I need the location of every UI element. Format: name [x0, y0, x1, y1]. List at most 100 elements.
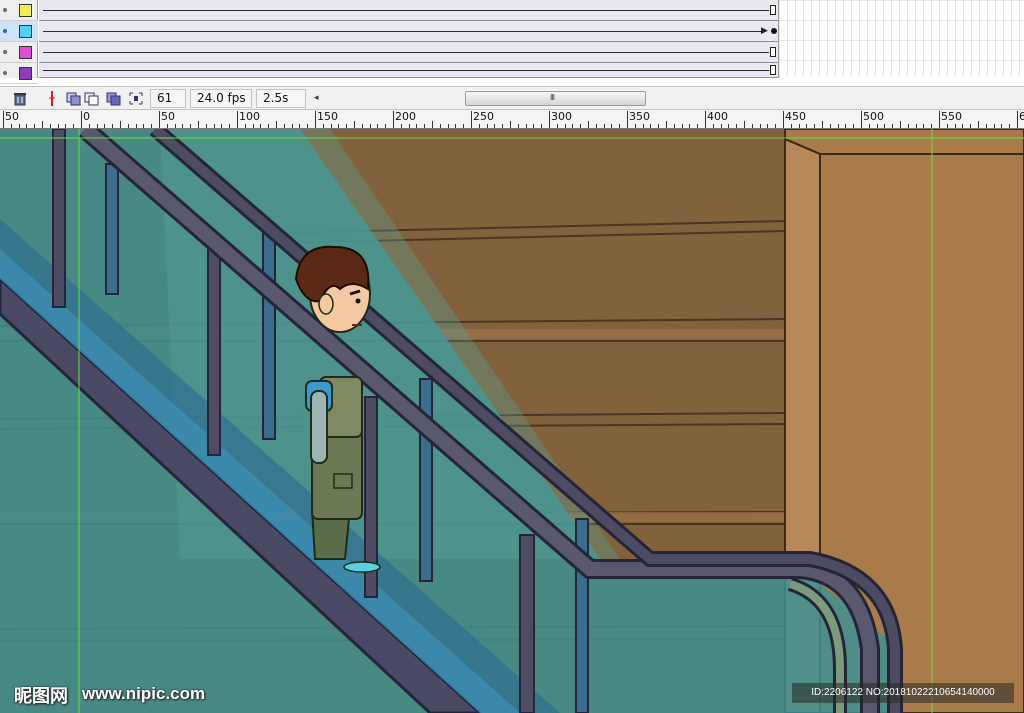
- ruler-tick: [744, 121, 745, 128]
- ruler-tick: [705, 111, 706, 128]
- end-frame-marker[interactable]: [770, 5, 776, 15]
- ruler-tick: [611, 124, 612, 128]
- ruler-tick: [377, 124, 378, 128]
- ruler-tick: [471, 111, 472, 128]
- ruler-tick: [939, 111, 940, 128]
- ruler-tick: [736, 124, 737, 128]
- timeline-horizontal-scrollbar[interactable]: III: [330, 91, 1020, 106]
- ruler-tick: [268, 124, 269, 128]
- ruler-tick: [775, 124, 776, 128]
- edit-multiple-frames-icon[interactable]: [106, 91, 122, 106]
- ruler-tick: [3, 111, 4, 128]
- ruler-tick: [284, 124, 285, 128]
- empty-frame-grid[interactable]: [778, 0, 1024, 78]
- keyframe-marker[interactable]: [771, 28, 777, 34]
- ruler-tick: [892, 124, 893, 128]
- ruler-tick: [362, 124, 363, 128]
- layer-outline-color-swatch[interactable]: [19, 67, 32, 80]
- ruler-tick: [565, 124, 566, 128]
- trash-icon[interactable]: [12, 91, 28, 106]
- ruler-tick: [697, 124, 698, 128]
- ruler-tick: [666, 121, 667, 128]
- frame-grid[interactable]: ▶: [39, 0, 778, 78]
- ruler-tick: [502, 124, 503, 128]
- scroll-left-arrow-icon[interactable]: ◂: [314, 90, 326, 106]
- ruler-tick: [393, 111, 394, 128]
- ruler-tick: [190, 124, 191, 128]
- frame-span-line: [43, 70, 769, 71]
- ruler-tick: [814, 124, 815, 128]
- end-frame-marker[interactable]: [770, 47, 776, 57]
- ruler-tick: [104, 124, 105, 128]
- visibility-dot-icon[interactable]: [3, 29, 7, 33]
- visibility-dot-icon[interactable]: [3, 50, 7, 54]
- current-frame-field: 61: [150, 89, 186, 108]
- horizontal-ruler: 5005010015020025030035040045050055060: [0, 110, 1024, 129]
- ruler-label: 100: [239, 110, 260, 123]
- ruler-tick: [650, 124, 651, 128]
- ruler-tick: [900, 121, 901, 128]
- ruler-tick: [791, 124, 792, 128]
- layer-outline-color-swatch[interactable]: [19, 4, 32, 17]
- ruler-tick: [588, 121, 589, 128]
- ruler-tick: [424, 124, 425, 128]
- layer-row-3[interactable]: [0, 42, 38, 63]
- ruler-tick: [128, 124, 129, 128]
- onion-skin-icon[interactable]: [66, 91, 82, 106]
- layer-row-4[interactable]: [0, 63, 38, 84]
- ruler-tick: [596, 124, 597, 128]
- ruler-tick: [728, 124, 729, 128]
- frame-rate-field[interactable]: 24.0 fps: [190, 89, 252, 108]
- frame-span-row[interactable]: [39, 0, 778, 21]
- layer-row-1[interactable]: [0, 0, 38, 21]
- ruler-label: 300: [551, 110, 572, 123]
- frame-span-row[interactable]: [39, 63, 778, 78]
- ruler-tick: [853, 124, 854, 128]
- visibility-dot-icon[interactable]: [3, 71, 7, 75]
- ruler-label: 350: [629, 110, 650, 123]
- ruler-tick: [713, 124, 714, 128]
- ruler-tick: [292, 124, 293, 128]
- frame-span-row[interactable]: [39, 42, 778, 63]
- visibility-dot-icon[interactable]: [3, 8, 7, 12]
- ruler-tick: [331, 124, 332, 128]
- ruler-tick: [526, 124, 527, 128]
- ruler-tick: [752, 124, 753, 128]
- ruler-tick: [479, 124, 480, 128]
- ruler-tick: [799, 124, 800, 128]
- scrollbar-thumb[interactable]: III: [465, 91, 646, 106]
- tween-arrow-icon: ▶: [761, 26, 768, 36]
- escalator-scene: [0, 129, 1024, 713]
- frame-span-line: [43, 52, 769, 53]
- ruler-tick: [58, 124, 59, 128]
- layer-outline-color-swatch[interactable]: [19, 46, 32, 59]
- ruler-tick: [869, 124, 870, 128]
- ruler-tick: [767, 124, 768, 128]
- ruler-tick: [370, 124, 371, 128]
- ruler-tick: [658, 124, 659, 128]
- frame-span-row-tween[interactable]: ▶: [39, 21, 778, 42]
- ruler-label: 150: [317, 110, 338, 123]
- layer-outline-color-swatch[interactable]: [19, 25, 32, 38]
- ruler-tick: [214, 124, 215, 128]
- onion-skin-outline-icon[interactable]: [84, 91, 100, 106]
- ruler-label: 60: [1019, 111, 1024, 123]
- ruler-tick: [580, 124, 581, 128]
- ruler-tick: [822, 121, 823, 128]
- ruler-tick: [159, 111, 160, 128]
- modify-markers-icon[interactable]: [128, 91, 144, 106]
- center-frame-icon[interactable]: [44, 91, 60, 106]
- ruler-tick: [955, 124, 956, 128]
- ruler-tick: [151, 124, 152, 128]
- ruler-tick: [806, 124, 807, 128]
- ruler-tick: [510, 121, 511, 128]
- ruler-tick: [440, 124, 441, 128]
- ruler-tick: [884, 124, 885, 128]
- ruler-tick: [245, 124, 246, 128]
- ruler-tick: [229, 124, 230, 128]
- stage-canvas[interactable]: [0, 129, 1024, 713]
- ruler-tick: [409, 124, 410, 128]
- ruler-tick: [354, 121, 355, 128]
- layer-row-2[interactable]: [0, 21, 38, 42]
- end-frame-marker[interactable]: [770, 65, 776, 75]
